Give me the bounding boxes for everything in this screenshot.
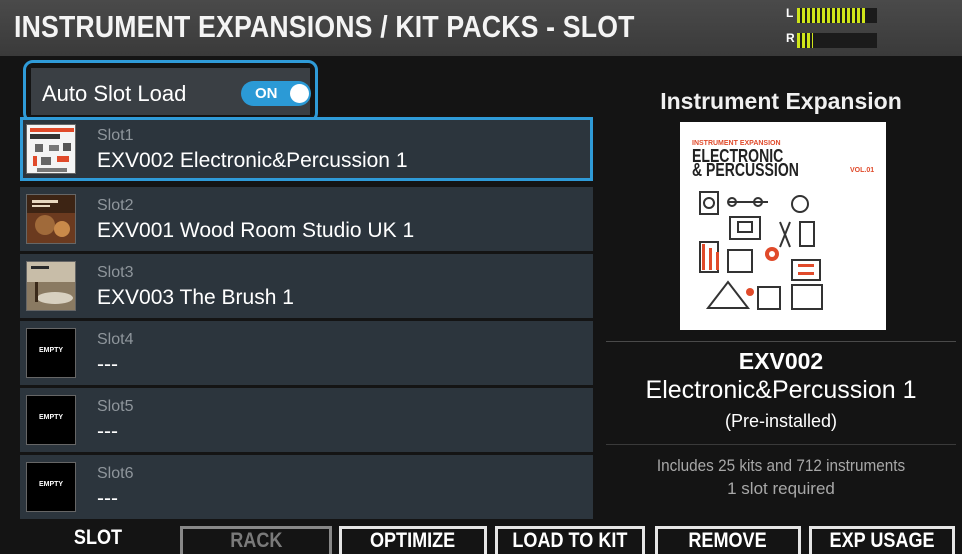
detail-divider-2: [606, 444, 956, 445]
function-bar: SLOT RACK OPTIMIZE LOAD TO KIT REMOVE EX…: [0, 522, 962, 554]
header-bar: INSTRUMENT EXPANSIONS / KIT PACKS - SLOT…: [0, 0, 962, 56]
slot-1-cover-thumb: [26, 124, 76, 174]
exp-usage-button-label: EXP USAGE: [829, 529, 935, 552]
slot-row-1[interactable]: Slot1 EXV002 Electronic&Percussion 1: [20, 117, 593, 181]
slot-5-empty-thumb: EMPTY: [26, 395, 76, 445]
slot-row-5[interactable]: EMPTY Slot5 ---: [20, 388, 593, 452]
detail-header: Instrument Expansion: [660, 88, 902, 114]
slot-3-name: EXV003 The Brush 1: [97, 286, 294, 309]
meter-left-fill: [797, 8, 865, 23]
expansion-name: Electronic&Percussion 1: [645, 376, 917, 404]
meter-right-bar: [797, 33, 877, 48]
meter-right-fill: [797, 33, 813, 48]
slot-6-name: ---: [97, 487, 118, 510]
slot-3-cover-thumb: [26, 261, 76, 311]
detail-divider: [606, 341, 956, 342]
remove-button-label: REMOVE: [688, 529, 768, 552]
tab-rack[interactable]: RACK: [180, 526, 332, 554]
slot-5-empty-label: EMPTY: [38, 414, 64, 421]
auto-slot-load-panel: Auto Slot Load ON: [31, 68, 311, 115]
slot-row-2[interactable]: Slot2 EXV001 Wood Room Studio UK 1: [20, 187, 593, 251]
slot-1-name: EXV002 Electronic&Percussion 1: [97, 149, 408, 172]
slot-5-name: ---: [97, 420, 118, 443]
slot-6-empty-thumb: EMPTY: [26, 462, 76, 512]
page-title: INSTRUMENT EXPANSIONS / KIT PACKS - SLOT: [14, 9, 635, 44]
expansion-code: EXV002: [738, 348, 824, 374]
optimize-button-label: OPTIMIZE: [370, 529, 456, 552]
optimize-button[interactable]: OPTIMIZE: [339, 526, 487, 554]
toggle-state-text: ON: [255, 85, 278, 102]
slot-6-number: Slot6: [97, 465, 134, 482]
load-to-kit-button[interactable]: LOAD TO KIT: [495, 526, 645, 554]
slot-2-name: EXV001 Wood Room Studio UK 1: [97, 219, 415, 242]
slot-1-number: Slot1: [97, 127, 134, 144]
slot-5-number: Slot5: [97, 398, 134, 415]
screen: INSTRUMENT EXPANSIONS / KIT PACKS - SLOT…: [0, 0, 962, 554]
slot-6-empty-label: EMPTY: [38, 481, 64, 488]
meter-left-label: L: [786, 6, 794, 20]
expansion-cover-art: INSTRUMENT EXPANSION ELECTRONIC & PERCUS…: [680, 122, 886, 330]
slot-4-number: Slot4: [97, 331, 134, 348]
slot-2-number: Slot2: [97, 197, 134, 214]
meter-right-label: R: [786, 31, 795, 45]
toggle-knob: [290, 84, 309, 103]
auto-slot-load-row[interactable]: Auto Slot Load ON: [23, 60, 318, 123]
slot-row-3[interactable]: Slot3 EXV003 The Brush 1: [20, 254, 593, 318]
meter-left-bar: [797, 8, 877, 23]
slot-4-empty-label: EMPTY: [38, 347, 64, 354]
tab-slot-label: SLOT: [73, 526, 123, 549]
load-to-kit-button-label: LOAD TO KIT: [512, 529, 628, 552]
exp-usage-button[interactable]: EXP USAGE: [809, 526, 955, 554]
auto-slot-load-toggle[interactable]: ON: [241, 81, 311, 106]
expansion-status: (Pre-installed): [724, 411, 838, 431]
slot-3-number: Slot3: [97, 264, 134, 281]
expansion-slots-required: 1 slot required: [727, 479, 835, 498]
expansion-includes: Includes 25 kits and 712 instruments: [656, 456, 906, 475]
remove-button[interactable]: REMOVE: [655, 526, 801, 554]
slot-row-4[interactable]: EMPTY Slot4 ---: [20, 321, 593, 385]
slot-row-6[interactable]: EMPTY Slot6 ---: [20, 455, 593, 519]
slot-4-empty-thumb: EMPTY: [26, 328, 76, 378]
instrument-icons-illustration: [699, 191, 823, 310]
slot-2-cover-thumb: [26, 194, 76, 244]
tab-slot[interactable]: SLOT: [28, 526, 168, 554]
slot-4-name: ---: [97, 353, 118, 376]
auto-slot-load-label: Auto Slot Load: [42, 81, 187, 106]
tab-rack-label: RACK: [229, 529, 283, 552]
